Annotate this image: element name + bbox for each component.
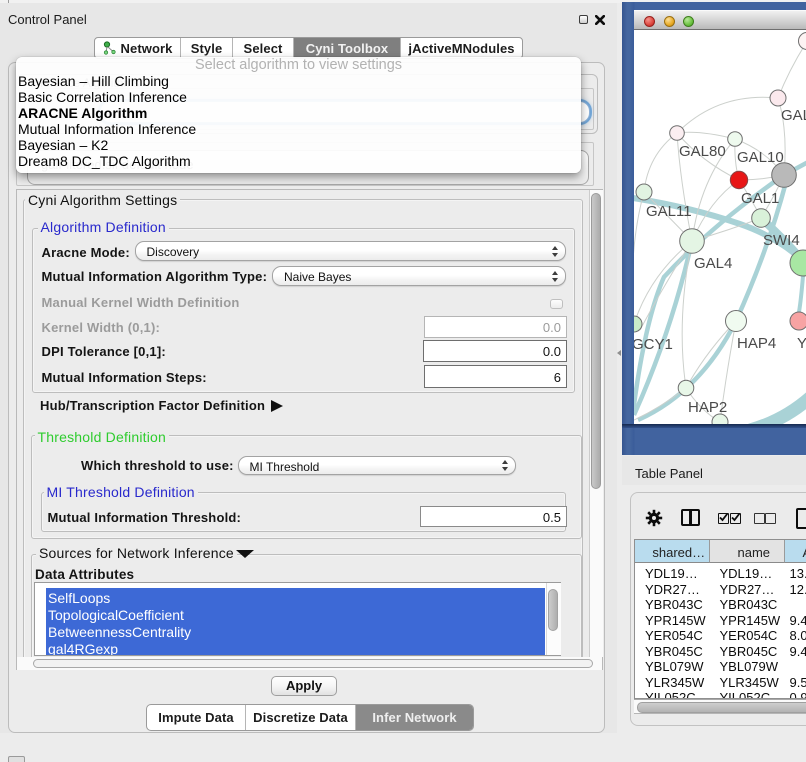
svg-text:HAP4: HAP4 [737,335,776,352]
svg-text:GCY1: GCY1 [634,336,673,353]
svg-text:GAL7: GAL7 [781,107,806,124]
svg-text:YL: YL [797,335,806,352]
svg-text:GAL1: GAL1 [741,190,779,207]
svg-text:GAL11: GAL11 [646,203,692,220]
svg-text:GAL4: GAL4 [694,255,732,272]
svg-text:SWI4: SWI4 [763,232,800,249]
svg-text:GAL80: GAL80 [679,143,726,160]
svg-text:GAL10: GAL10 [737,149,784,166]
svg-text:HAP2: HAP2 [688,399,727,416]
